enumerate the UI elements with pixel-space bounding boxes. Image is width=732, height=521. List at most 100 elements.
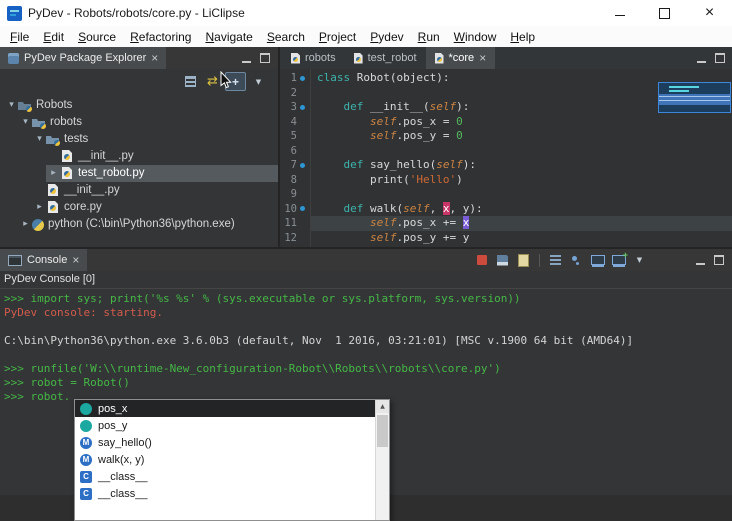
- project-icon: [18, 99, 32, 112]
- explorer-header: PyDev Package Explorer: [0, 47, 278, 69]
- ac-item-walk-x-y[interactable]: walk(x, y): [75, 451, 376, 468]
- twistie-collapsed-icon[interactable]: [34, 199, 45, 216]
- console-line: PyDev console: starting.: [4, 306, 163, 319]
- scroll-up-icon[interactable]: ▲: [376, 400, 389, 413]
- close-button[interactable]: [687, 0, 732, 26]
- minimap-code-line: [669, 90, 689, 92]
- autocomplete-popup: pos_x pos_y say_hello() walk(x, y) __class__…: [74, 399, 390, 521]
- view-menu-icon[interactable]: [249, 73, 268, 90]
- line-number-ruler[interactable]: 1 2 3 4 5 6 7 8 9 10 11 12: [280, 69, 311, 247]
- tree-item-robots[interactable]: Robots: [0, 97, 278, 114]
- ac-item-class[interactable]: __class__: [75, 468, 376, 485]
- close-console-icon[interactable]: [72, 254, 79, 267]
- twistie-collapsed-icon[interactable]: [48, 165, 59, 182]
- open-console-icon[interactable]: [610, 250, 628, 269]
- tree-item-test-robot-py[interactable]: test_robot.py: [0, 165, 278, 182]
- menu-item-refactoring[interactable]: Refactoring: [123, 28, 198, 46]
- code-line: def say_hello(self):: [343, 158, 476, 171]
- menu-item-file[interactable]: File: [3, 28, 36, 46]
- python-file-icon: [291, 52, 300, 64]
- minimize-button[interactable]: [597, 0, 642, 26]
- method-icon: [80, 436, 92, 449]
- class-icon: [80, 470, 92, 483]
- console-line: C:\bin\Python36\python.exe 3.6.0b3 (defa…: [4, 334, 634, 347]
- line-number: 11: [284, 217, 297, 230]
- python-icon: [32, 218, 44, 231]
- twistie-expanded-icon[interactable]: [6, 97, 17, 114]
- package-explorer-view: PyDev Package Explorer Robots robots tests…: [0, 47, 280, 247]
- tab-console[interactable]: Console: [0, 249, 88, 271]
- autocomplete-list: pos_x pos_y say_hello() walk(x, y) __class__…: [75, 400, 376, 520]
- editor-tab-label: *core: [448, 52, 475, 64]
- minimize-view-icon[interactable]: [242, 53, 251, 63]
- menu-item-pydev[interactable]: Pydev: [363, 28, 410, 46]
- editor-tab-core[interactable]: *core: [425, 47, 496, 69]
- menu-item-search[interactable]: Search: [260, 28, 312, 46]
- close-tab-icon[interactable]: [479, 52, 486, 65]
- editor-area: robotstest_robot*core 123456789101112 cl…: [280, 47, 732, 247]
- code-line: self.pos_y += y: [369, 230, 470, 244]
- scrollbar-thumb[interactable]: [377, 415, 388, 447]
- project-tree[interactable]: Robots robots tests __init__.py test_robot.p…: [0, 94, 278, 233]
- console-view-menu-icon[interactable]: [631, 252, 648, 269]
- explorer-tab-label: PyDev Package Explorer: [24, 52, 147, 64]
- tree-item-tests[interactable]: tests: [0, 131, 278, 148]
- line-number: 10: [284, 202, 297, 215]
- editor-tab-test-robot[interactable]: test_robot: [345, 47, 426, 69]
- tree-item-core-py[interactable]: core.py: [0, 199, 278, 216]
- console-line: >>> robot = Robot(): [4, 376, 130, 389]
- tree-item-label: __init__.py: [78, 150, 134, 162]
- toolbar-separator: [539, 253, 540, 267]
- menu-item-navigate[interactable]: Navigate: [198, 28, 259, 46]
- twistie-collapsed-icon[interactable]: [20, 216, 31, 233]
- maximize-view-icon[interactable]: [714, 255, 724, 265]
- minimap-overlay[interactable]: [658, 82, 731, 113]
- scroll-lock-icon[interactable]: [547, 252, 564, 269]
- menu-item-source[interactable]: Source: [71, 28, 123, 46]
- clear-console-icon[interactable]: [515, 252, 532, 269]
- display-selected-console-icon[interactable]: [589, 252, 606, 269]
- tab-package-explorer[interactable]: PyDev Package Explorer: [0, 47, 167, 69]
- menu-item-help[interactable]: Help: [503, 28, 542, 46]
- tree-item-init-py[interactable]: __init__.py: [0, 182, 278, 199]
- twistie-expanded-icon[interactable]: [20, 114, 31, 131]
- terminate-console-icon[interactable]: [473, 252, 490, 269]
- menu-item-run[interactable]: Run: [411, 28, 447, 46]
- autocomplete-scrollbar[interactable]: ▲: [375, 400, 389, 520]
- editor-tab-robots[interactable]: robots: [282, 47, 345, 69]
- maximize-view-icon[interactable]: [260, 53, 270, 63]
- save-console-output-icon[interactable]: [494, 252, 511, 269]
- tree-item-init-py[interactable]: __init__.py: [0, 148, 278, 165]
- ac-item-pos-y[interactable]: pos_y: [75, 417, 376, 434]
- maximize-view-icon[interactable]: [715, 53, 725, 63]
- editor-tab-label: robots: [305, 52, 336, 64]
- mouse-cursor-icon: [220, 71, 232, 89]
- pin-console-icon[interactable]: [568, 252, 585, 269]
- code-line: print('Hello'): [317, 172, 463, 186]
- menu-bar: File Edit Source Refactoring Navigate Search P…: [0, 26, 732, 48]
- python-file-icon: [434, 52, 444, 64]
- menu-item-project[interactable]: Project: [312, 28, 363, 46]
- ac-item-say-hello[interactable]: say_hello(): [75, 434, 376, 451]
- ac-item-pos-x[interactable]: pos_x: [75, 400, 376, 417]
- tree-item-robots[interactable]: robots: [0, 114, 278, 131]
- definition-marker-icon: [300, 104, 305, 110]
- minimize-view-icon[interactable]: [697, 53, 706, 63]
- menu-item-window[interactable]: Window: [447, 28, 504, 46]
- tree-item-python-c-bin-python36-python-exe[interactable]: python (C:\bin\Python36\python.exe): [0, 216, 278, 233]
- line-number: 6: [290, 144, 297, 157]
- maximize-button[interactable]: [642, 0, 687, 26]
- collapse-all-icon[interactable]: [181, 73, 200, 90]
- console-output[interactable]: >>> import sys; print('%s %s' % (sys.exe…: [0, 289, 732, 404]
- twistie-expanded-icon[interactable]: [34, 131, 45, 148]
- tree-item-label: python (C:\bin\Python36\python.exe): [48, 218, 235, 230]
- ac-item-class[interactable]: __class__: [75, 485, 376, 502]
- tree-item-label: core.py: [64, 201, 102, 213]
- menu-item-edit[interactable]: Edit: [36, 28, 71, 46]
- code-editor[interactable]: 1 2 3 4 5 6 7 8 9 10 11 12 class Robot(object): def…: [280, 69, 732, 247]
- minimap-viewport[interactable]: [659, 94, 730, 105]
- minimize-view-icon[interactable]: [696, 255, 705, 265]
- console-icon: [8, 254, 22, 266]
- pyfile-icon: [46, 201, 60, 214]
- close-view-icon[interactable]: [151, 52, 158, 65]
